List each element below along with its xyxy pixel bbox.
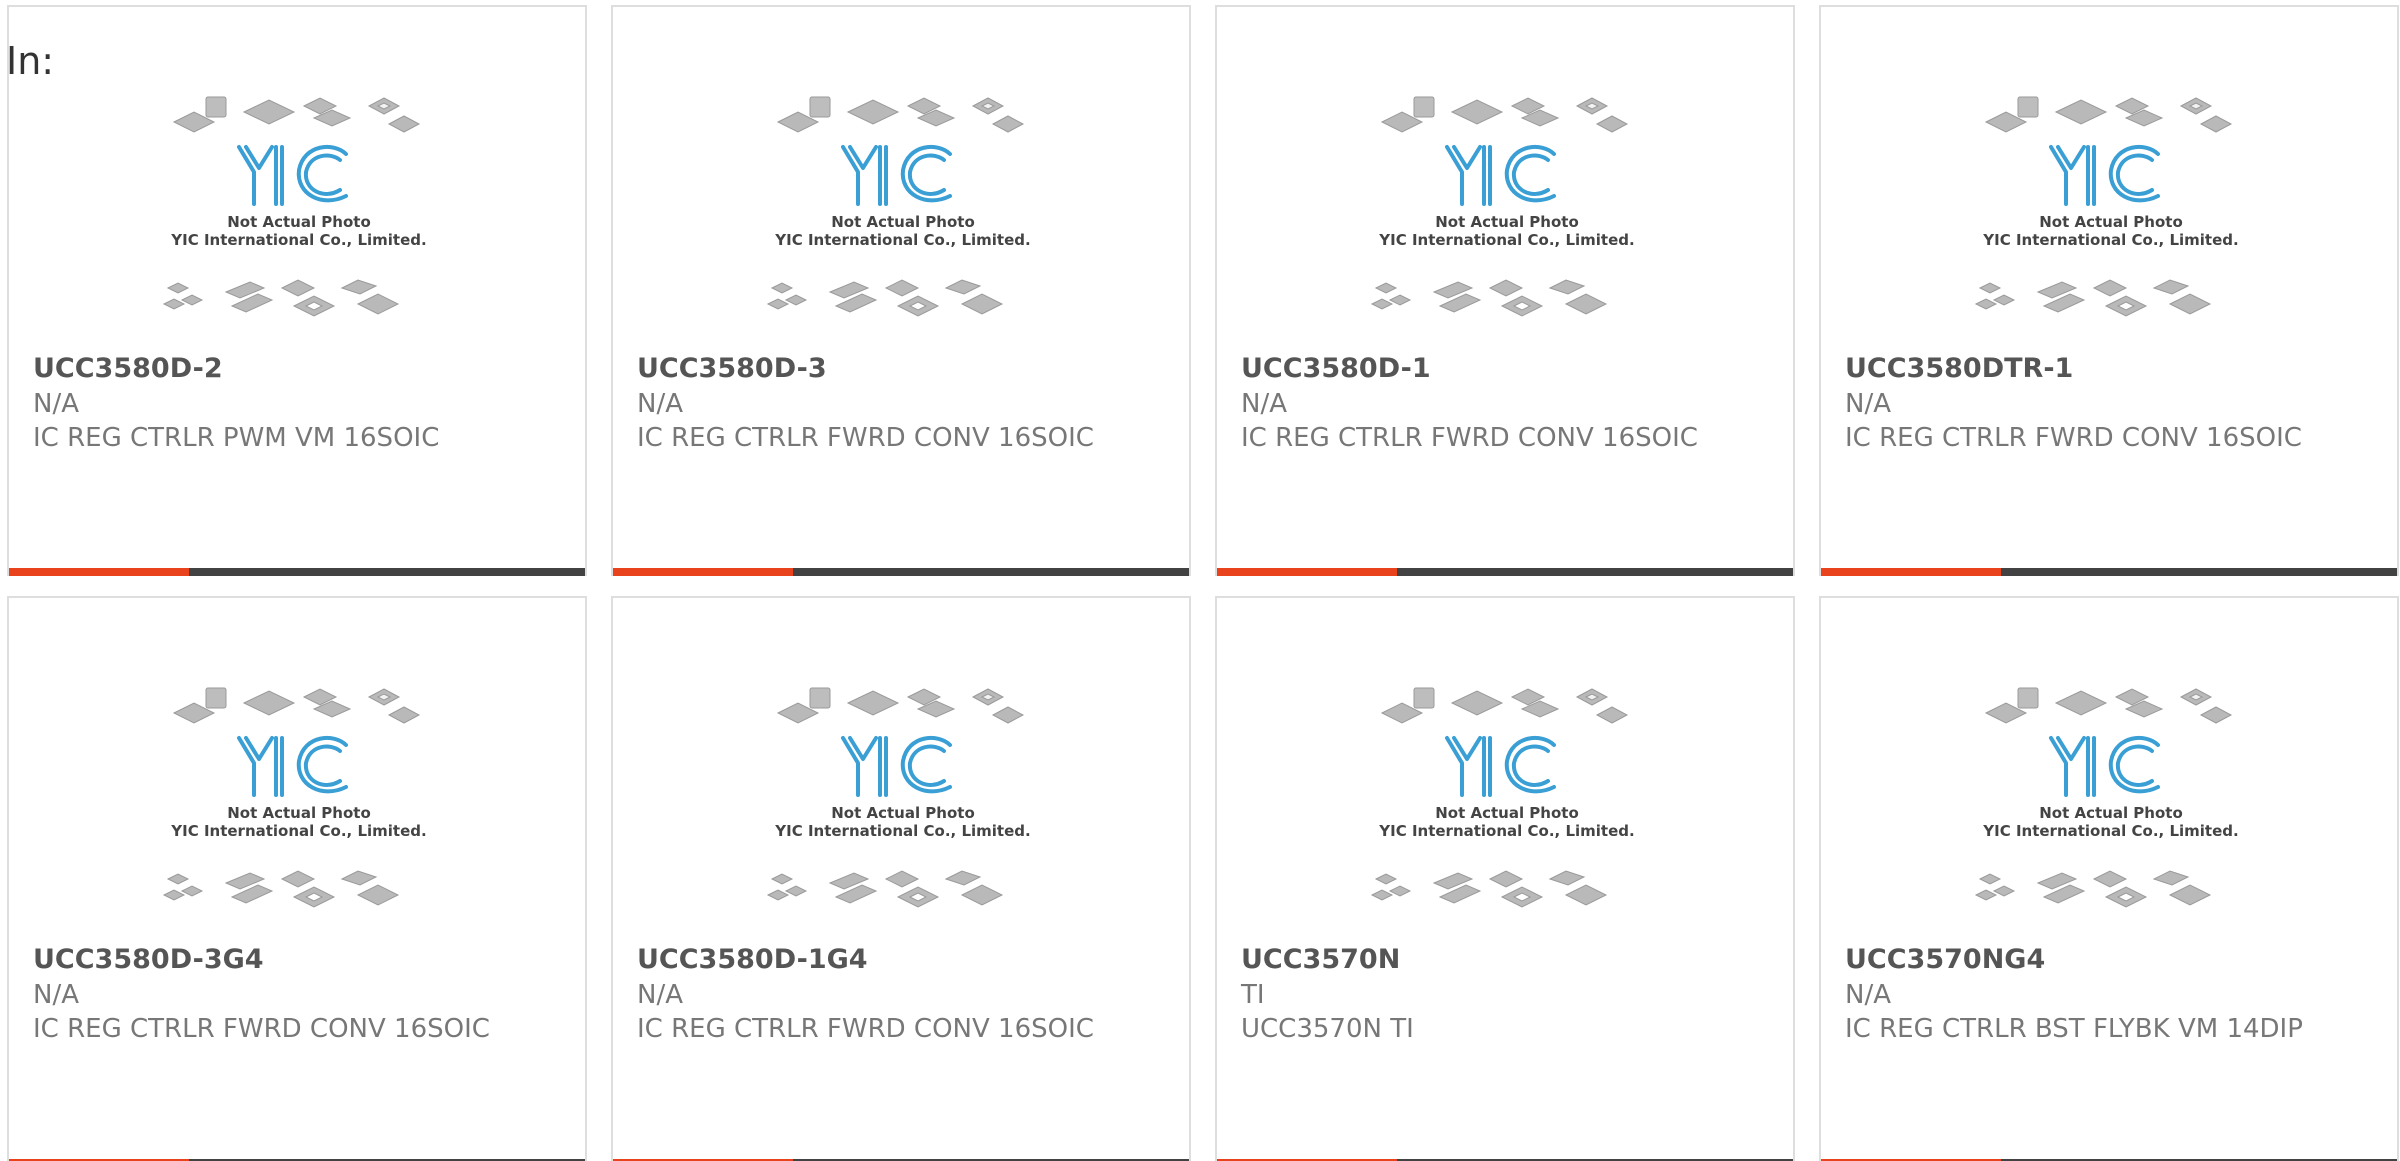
card-progress-bar [613,568,1189,576]
search-prefix-label: In: [6,39,55,83]
card-progress-fill [1217,568,1397,576]
chip-package-placeholder-image[interactable]: Not Actual Photo YIC International Co., … [758,92,1048,342]
manufacturer-text: N/A [1845,980,1891,1010]
description-text: IC REG CTRLR FWRD CONV 16SOIC [1241,423,1698,453]
chip-package-placeholder-image[interactable]: Not Actual Photo YIC International Co., … [1362,683,1652,933]
placeholder-caption-line1: Not Actual Photo [1435,804,1579,822]
product-card[interactable]: Not Actual Photo YIC International Co., … [611,596,1191,1161]
placeholder-caption-line2: YIC International Co., Limited. [774,822,1030,840]
manufacturer-text: N/A [1241,389,1287,419]
description-text: UCC3570N TI [1241,1014,1414,1044]
product-card[interactable]: Not Actual Photo YIC International Co., … [1215,596,1795,1161]
product-card[interactable]: Not Actual Photo YIC International Co., … [1215,5,1795,576]
manufacturer-text: N/A [637,980,683,1010]
chip-package-placeholder-image[interactable]: Not Actual Photo YIC International Co., … [1966,92,2256,342]
part-number-link[interactable]: UCC3580D-3 [637,352,827,386]
description-text: IC REG CTRLR FWRD CONV 16SOIC [637,1014,1094,1044]
product-card[interactable]: Not Actual Photo YIC International Co., … [611,5,1191,576]
part-number-link[interactable]: UCC3580D-2 [33,352,223,386]
card-progress-bar [9,568,585,576]
part-number-link[interactable]: UCC3580DTR-1 [1845,352,2073,386]
placeholder-caption-line1: Not Actual Photo [2039,213,2183,231]
product-results-page: In: Not Actual Photo YIC International C… [0,0,2400,1161]
placeholder-caption-line2: YIC International Co., Limited. [1378,231,1634,249]
placeholder-caption-line2: YIC International Co., Limited. [1982,231,2238,249]
placeholder-caption-line1: Not Actual Photo [831,213,975,231]
manufacturer-text: N/A [33,980,79,1010]
part-number-link[interactable]: UCC3570N [1241,943,1400,977]
placeholder-caption-line2: YIC International Co., Limited. [1378,822,1634,840]
card-progress-bar [1217,568,1793,576]
chip-package-placeholder-image[interactable]: Not Actual Photo YIC International Co., … [758,683,1048,933]
product-grid: Not Actual Photo YIC International Co., … [7,5,2399,1161]
manufacturer-text: N/A [637,389,683,419]
placeholder-caption-line1: Not Actual Photo [831,804,975,822]
description-text: IC REG CTRLR FWRD CONV 16SOIC [33,1014,490,1044]
chip-package-placeholder-image[interactable]: Not Actual Photo YIC International Co., … [1362,92,1652,342]
description-text: IC REG CTRLR FWRD CONV 16SOIC [637,423,1094,453]
placeholder-caption-line1: Not Actual Photo [227,804,371,822]
manufacturer-text: N/A [1845,389,1891,419]
part-number-link[interactable]: UCC3570NG4 [1845,943,2045,977]
card-progress-bar [1821,568,2397,576]
placeholder-caption-line2: YIC International Co., Limited. [1982,822,2238,840]
placeholder-caption-line1: Not Actual Photo [1435,213,1579,231]
placeholder-caption-line2: YIC International Co., Limited. [170,822,426,840]
placeholder-caption-line2: YIC International Co., Limited. [774,231,1030,249]
chip-package-placeholder-image[interactable]: Not Actual Photo YIC International Co., … [1966,683,2256,933]
placeholder-caption-line1: Not Actual Photo [2039,804,2183,822]
chip-package-placeholder-image[interactable]: Not Actual Photo YIC International Co., … [154,683,444,933]
card-progress-fill [9,568,189,576]
manufacturer-text: N/A [33,389,79,419]
product-card[interactable]: Not Actual Photo YIC International Co., … [1819,5,2399,576]
card-progress-fill [1821,568,2001,576]
chip-package-placeholder-image[interactable]: Not Actual Photo YIC International Co., … [154,92,444,342]
description-text: IC REG CTRLR FWRD CONV 16SOIC [1845,423,2302,453]
placeholder-caption-line2: YIC International Co., Limited. [170,231,426,249]
placeholder-caption-line1: Not Actual Photo [227,213,371,231]
card-progress-fill [613,568,793,576]
manufacturer-text: TI [1241,980,1265,1010]
part-number-link[interactable]: UCC3580D-3G4 [33,943,264,977]
part-number-link[interactable]: UCC3580D-1G4 [637,943,868,977]
product-card[interactable]: Not Actual Photo YIC International Co., … [7,596,587,1161]
description-text: IC REG CTRLR PWM VM 16SOIC [33,423,440,453]
product-card[interactable]: Not Actual Photo YIC International Co., … [1819,596,2399,1161]
product-card[interactable]: Not Actual Photo YIC International Co., … [7,5,587,576]
part-number-link[interactable]: UCC3580D-1 [1241,352,1431,386]
description-text: IC REG CTRLR BST FLYBK VM 14DIP [1845,1014,2303,1044]
